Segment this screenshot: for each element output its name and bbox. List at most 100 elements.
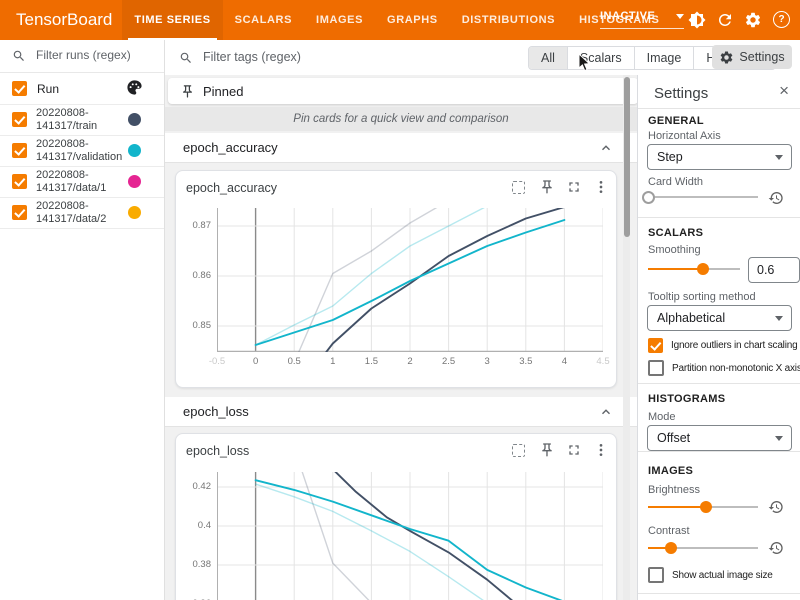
tooltip-sorting-select[interactable]: Alphabetical	[647, 305, 792, 331]
section-epoch-accuracy[interactable]: epoch_accuracy	[165, 133, 637, 163]
images-heading: IMAGES	[648, 465, 693, 477]
kebab-menu-icon[interactable]	[593, 442, 609, 458]
main-scrollbar[interactable]	[623, 75, 630, 600]
x-tick-label: 1.5	[357, 356, 385, 367]
filter-all-button[interactable]: All	[529, 47, 567, 69]
filter-scalars-button[interactable]: Scalars	[567, 47, 634, 69]
contrast-slider[interactable]	[648, 542, 758, 554]
epoch-loss-plot[interactable]: -0.500.511.522.533.544.50.360.380.40.42	[217, 472, 603, 600]
tags-toolbar: All Scalars Image Histogram Settings	[165, 40, 800, 76]
run-row-data-1[interactable]: 20220808-141317/data/1	[0, 166, 164, 198]
fullscreen-icon[interactable]	[566, 442, 582, 458]
runs-filter-input[interactable]	[34, 47, 158, 63]
x-tick-label: 4	[550, 356, 578, 367]
pin-icon	[180, 84, 195, 99]
x-tick-label: 4.5	[589, 356, 617, 367]
main-nav: TIME SERIES SCALARS IMAGES GRAPHS DISTRI…	[122, 0, 671, 40]
refresh-icon[interactable]	[716, 11, 734, 29]
x-tick-label: 0.5	[280, 356, 308, 367]
chevron-down-icon	[775, 316, 783, 321]
brightness-toggle-icon[interactable]	[688, 11, 706, 29]
run-row-validation[interactable]: 20220808-141317/validation	[0, 135, 164, 167]
cards-scroll-area: Pinned Pin cards for a quick view and co…	[165, 75, 637, 600]
fit-domain-icon[interactable]	[512, 444, 525, 457]
y-tick-label: 0.4	[173, 520, 211, 531]
settings-button[interactable]: Settings	[712, 45, 792, 69]
slider-thumb[interactable]	[665, 542, 677, 554]
runs-filter	[0, 40, 164, 73]
x-tick-label: 2.5	[435, 356, 463, 367]
scalars-heading: SCALARS	[648, 227, 703, 239]
run-checkbox[interactable]	[12, 112, 27, 127]
y-tick-label: 0.86	[173, 270, 211, 281]
brightness-label: Brightness	[648, 484, 700, 496]
run-row-data-2[interactable]: 20220808-141317/data/2	[0, 197, 164, 229]
select-value: Step	[657, 150, 775, 164]
chevron-up-icon[interactable]	[599, 141, 613, 155]
slider-thumb[interactable]	[642, 191, 655, 204]
smoothing-input[interactable]: 0.6	[748, 257, 800, 283]
smoothing-slider[interactable]	[648, 263, 740, 275]
tags-filter-input[interactable]	[201, 49, 455, 65]
pin-icon[interactable]	[539, 442, 555, 458]
y-tick-label: 0.38	[173, 559, 211, 570]
close-icon[interactable]: ×	[779, 81, 789, 101]
gear-icon[interactable]	[744, 11, 762, 29]
run-row-train[interactable]: 20220808-141317/train	[0, 104, 164, 136]
x-tick-label: 1	[319, 356, 347, 367]
horizontal-axis-select[interactable]: Step	[647, 144, 792, 170]
reset-icon[interactable]	[768, 540, 784, 556]
slider-thumb[interactable]	[700, 501, 712, 513]
run-color-dot	[128, 113, 141, 126]
pin-icon[interactable]	[539, 179, 555, 195]
status-value: INACTIVE	[600, 10, 655, 22]
card-width-slider[interactable]	[648, 191, 758, 203]
runs-column-header: Run	[37, 82, 59, 96]
pinned-label: Pinned	[203, 84, 243, 99]
slider-thumb[interactable]	[697, 263, 709, 275]
chevron-up-icon[interactable]	[599, 405, 613, 419]
tab-images[interactable]: IMAGES	[304, 0, 375, 40]
tab-graphs[interactable]: GRAPHS	[375, 0, 450, 40]
section-title: epoch_loss	[183, 404, 249, 419]
brightness-slider[interactable]	[648, 501, 758, 513]
runs-header-row: Run	[0, 73, 164, 105]
select-all-checkbox[interactable]	[12, 81, 27, 96]
filter-image-button[interactable]: Image	[634, 47, 694, 69]
show-actual-size-checkbox[interactable]: Show actual image size	[648, 567, 773, 583]
tab-distributions[interactable]: DISTRIBUTIONS	[450, 0, 567, 40]
reset-icon[interactable]	[768, 190, 784, 206]
run-color-dot	[128, 175, 141, 188]
chart-title: epoch_loss	[186, 444, 249, 458]
histogram-mode-select[interactable]: Offset	[647, 425, 792, 451]
chart-title: epoch_accuracy	[186, 181, 277, 195]
tab-time-series[interactable]: TIME SERIES	[122, 0, 222, 40]
select-value: Offset	[657, 431, 775, 445]
epoch-accuracy-plot[interactable]: -0.500.511.522.533.544.50.850.860.87	[217, 208, 603, 352]
x-tick-label: 3	[473, 356, 501, 367]
run-checkbox[interactable]	[12, 205, 27, 220]
search-icon	[179, 51, 193, 65]
run-checkbox[interactable]	[12, 174, 27, 189]
status-select[interactable]: INACTIVE	[600, 10, 684, 29]
tab-scalars[interactable]: SCALARS	[223, 0, 304, 40]
runs-sidebar: Run 20220808-141317/train 20220808-14131…	[0, 40, 165, 600]
section-epoch-loss[interactable]: epoch_loss	[165, 397, 637, 427]
checkbox-label: Partition non-monotonic X axis	[672, 363, 800, 374]
fullscreen-icon[interactable]	[566, 179, 582, 195]
run-name-line1: 20220808-	[36, 138, 122, 151]
reset-icon[interactable]	[768, 499, 784, 515]
scrollbar-thumb[interactable]	[624, 77, 630, 237]
epoch-loss-card: epoch_loss -0.500.511.522.533.544.50.360…	[175, 433, 617, 600]
palette-icon[interactable]	[126, 79, 143, 96]
ignore-outliers-checkbox[interactable]: Ignore outliers in chart scaling	[648, 338, 797, 353]
partition-x-axis-checkbox[interactable]: Partition non-monotonic X axis ?	[648, 360, 800, 376]
kebab-menu-icon[interactable]	[593, 179, 609, 195]
card-width-label: Card Width	[648, 176, 703, 188]
contrast-label: Contrast	[648, 525, 690, 537]
run-checkbox[interactable]	[12, 143, 27, 158]
help-icon[interactable]: ?	[773, 11, 790, 28]
run-name-line2: 141317/data/2	[36, 213, 106, 226]
fit-domain-icon[interactable]	[512, 181, 525, 194]
checkbox-label: Show actual image size	[672, 570, 773, 581]
